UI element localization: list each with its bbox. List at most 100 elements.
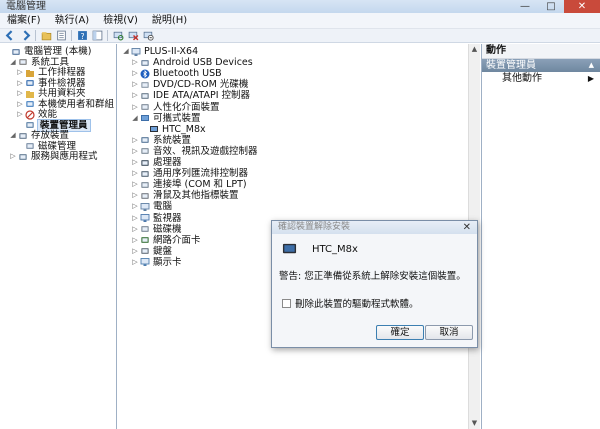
tree-item-label: 通用序列匯流排控制器 bbox=[153, 168, 249, 180]
expand-toggle-icon[interactable]: ▷ bbox=[131, 135, 139, 146]
tree-item-label: 鍵盤 bbox=[153, 245, 173, 257]
expand-toggle-icon[interactable]: ▷ bbox=[16, 109, 24, 120]
minimize-button[interactable]: — bbox=[512, 0, 538, 13]
expand-toggle-icon[interactable]: ▷ bbox=[131, 79, 139, 90]
device-tree-item[interactable]: ◢ 可攜式裝置 bbox=[131, 113, 200, 124]
device-tree-item[interactable]: ▷ 網路介面卡 bbox=[131, 235, 200, 246]
expand-toggle-icon[interactable]: ▷ bbox=[131, 168, 139, 179]
console-tree-item[interactable]: ▷ 共用資料夾 bbox=[16, 88, 85, 99]
device-tree-item[interactable]: ▷ 音效、視訊及遊戲控制器 bbox=[131, 146, 257, 157]
expand-toggle-icon[interactable]: ▷ bbox=[131, 224, 139, 235]
console-tree-item[interactable]: ▷ 本機使用者和群組 bbox=[16, 99, 114, 110]
device-manager-icon bbox=[24, 120, 35, 130]
expand-toggle-icon[interactable]: ▷ bbox=[131, 235, 139, 246]
console-tree-item[interactable]: 磁碟管理 bbox=[16, 141, 76, 152]
properties-icon[interactable] bbox=[55, 30, 67, 41]
device-tree-item[interactable]: ▷ 電腦 bbox=[131, 201, 172, 212]
scroll-up-arrow[interactable]: ▲ bbox=[469, 44, 480, 55]
expand-toggle-icon[interactable]: ◢ bbox=[122, 46, 130, 57]
processor-icon bbox=[139, 158, 150, 168]
device-tree-item[interactable]: ▷ 磁碟機 bbox=[131, 224, 181, 235]
device-tree-item[interactable]: ▷ 顯示卡 bbox=[131, 257, 181, 268]
more-actions-label: 其他動作 bbox=[502, 73, 542, 84]
collapse-arrow-icon[interactable]: ▲ bbox=[589, 59, 594, 72]
menu-view[interactable]: 檢視(V) bbox=[96, 13, 145, 28]
device-tree-item[interactable]: HTC_M8x bbox=[140, 124, 206, 135]
device-tree-item[interactable]: ▷ 人性化介面裝置 bbox=[131, 102, 219, 113]
device-tree-item[interactable]: ▷ Bluetooth USB bbox=[131, 68, 221, 79]
scan-hardware-icon[interactable] bbox=[112, 30, 124, 41]
uninstall-device-icon[interactable] bbox=[127, 30, 139, 41]
tree-item-label: 處理器 bbox=[153, 157, 182, 168]
help-icon[interactable]: ? bbox=[76, 30, 88, 41]
device-tree-item[interactable]: ▷ 處理器 bbox=[131, 157, 182, 168]
cancel-button[interactable]: 取消 bbox=[425, 325, 473, 340]
folder-icon[interactable] bbox=[40, 30, 52, 41]
expand-toggle-icon[interactable]: ▷ bbox=[131, 57, 139, 68]
close-button[interactable]: ✕ bbox=[564, 0, 600, 13]
menu-file[interactable]: 檔案(F) bbox=[0, 13, 48, 28]
submenu-arrow-icon: ▶ bbox=[587, 74, 594, 83]
expand-toggle-icon[interactable]: ▷ bbox=[131, 246, 139, 257]
back-icon[interactable] bbox=[4, 30, 16, 41]
actions-header: 動作 bbox=[482, 44, 600, 59]
expand-toggle-icon[interactable]: ▷ bbox=[131, 157, 139, 168]
dialog-close-button[interactable]: ✕ bbox=[463, 221, 471, 234]
console-tree-item[interactable]: ▷ 效能 bbox=[16, 109, 57, 120]
expand-toggle-icon[interactable]: ▷ bbox=[131, 257, 139, 268]
scroll-down-arrow[interactable]: ▼ bbox=[469, 418, 480, 429]
actions-more-actions[interactable]: 其他動作 ▶ bbox=[482, 72, 600, 85]
console-tree-item[interactable]: ▷ 工作排程器 bbox=[16, 67, 85, 78]
actions-section-label: 裝置管理員 bbox=[486, 60, 536, 71]
monitor-icon bbox=[139, 213, 150, 223]
device-tree-item[interactable]: ◢ PLUS-II-X64 bbox=[122, 46, 198, 57]
svg-text:?: ? bbox=[80, 32, 84, 41]
device-tree-item[interactable]: ▷ 通用序列匯流排控制器 bbox=[131, 168, 248, 179]
device-tree-item[interactable]: ▷ 鍵盤 bbox=[131, 246, 172, 257]
show-hide-tree-icon[interactable] bbox=[91, 30, 103, 41]
expand-toggle-icon[interactable]: ◢ bbox=[131, 113, 139, 124]
console-tree-item[interactable]: ◢ 系統工具 bbox=[9, 57, 69, 68]
maximize-button[interactable]: □ bbox=[538, 0, 564, 13]
expand-toggle-icon[interactable]: ▷ bbox=[131, 213, 139, 224]
disable-device-icon[interactable] bbox=[142, 30, 154, 41]
device-tree-item[interactable]: ▷ 連接埠 (COM 和 LPT) bbox=[131, 179, 246, 190]
system-device-icon bbox=[139, 135, 150, 145]
expand-toggle-icon[interactable]: ▷ bbox=[131, 179, 139, 190]
device-tree-item[interactable]: ▷ 滑鼠及其他指標裝置 bbox=[131, 190, 239, 202]
bluetooth-icon bbox=[139, 69, 150, 79]
console-tree-item[interactable]: 電腦管理 (本機) bbox=[2, 46, 91, 57]
device-tree-item[interactable]: ▷ 監視器 bbox=[131, 213, 181, 224]
delete-driver-checkbox[interactable] bbox=[282, 298, 291, 308]
console-tree-item[interactable]: 裝置管理員 bbox=[16, 118, 91, 132]
tree-item-label: 滑鼠及其他指標裝置 bbox=[153, 190, 239, 202]
expand-toggle-icon[interactable]: ▷ bbox=[131, 146, 139, 157]
expand-toggle-icon[interactable]: ◢ bbox=[9, 57, 17, 68]
expand-toggle-icon[interactable]: ▷ bbox=[131, 68, 139, 79]
device-tree-item[interactable]: ▷ Android USB Devices bbox=[131, 57, 253, 69]
tree-item-label: 電腦管理 (本機) bbox=[24, 46, 92, 57]
device-tree-item[interactable]: ▷ 系統裝置 bbox=[131, 135, 191, 146]
console-tree-item[interactable]: ▷ 事件檢視器 bbox=[16, 78, 85, 89]
forward-icon[interactable] bbox=[19, 30, 31, 41]
expand-toggle-icon[interactable]: ▷ bbox=[131, 190, 139, 201]
menu-action[interactable]: 執行(A) bbox=[48, 13, 97, 28]
expand-toggle-icon[interactable]: ▷ bbox=[16, 99, 24, 110]
expand-toggle-icon[interactable]: ▷ bbox=[131, 201, 139, 212]
console-tree-item[interactable]: ▷ 服務與應用程式 bbox=[9, 151, 97, 162]
expand-toggle-icon[interactable]: ▷ bbox=[131, 102, 139, 113]
expand-toggle-icon[interactable]: ▷ bbox=[9, 151, 17, 162]
expand-toggle-icon[interactable]: ▷ bbox=[16, 67, 24, 78]
tree-item-label: Android USB Devices bbox=[153, 57, 253, 69]
expand-toggle-icon[interactable]: ◢ bbox=[9, 130, 17, 141]
ok-button[interactable]: 確定 bbox=[376, 325, 424, 340]
delete-driver-option[interactable]: 刪除此裝置的驅動程式軟體。 bbox=[282, 296, 419, 310]
expand-toggle-icon[interactable]: ▷ bbox=[131, 90, 139, 101]
menu-help[interactable]: 說明(H) bbox=[145, 13, 194, 28]
expand-toggle-icon[interactable]: ▷ bbox=[16, 78, 24, 89]
actions-section-device-manager[interactable]: 裝置管理員 ▲ bbox=[482, 59, 600, 72]
device-tree-item[interactable]: ▷ DVD/CD-ROM 光碟機 bbox=[131, 79, 248, 90]
device-tree-item[interactable]: ▷ IDE ATA/ATAPI 控制器 bbox=[131, 90, 250, 101]
expand-toggle-icon[interactable]: ▷ bbox=[16, 88, 24, 99]
console-tree-item[interactable]: ◢ 存放裝置 bbox=[9, 130, 69, 141]
